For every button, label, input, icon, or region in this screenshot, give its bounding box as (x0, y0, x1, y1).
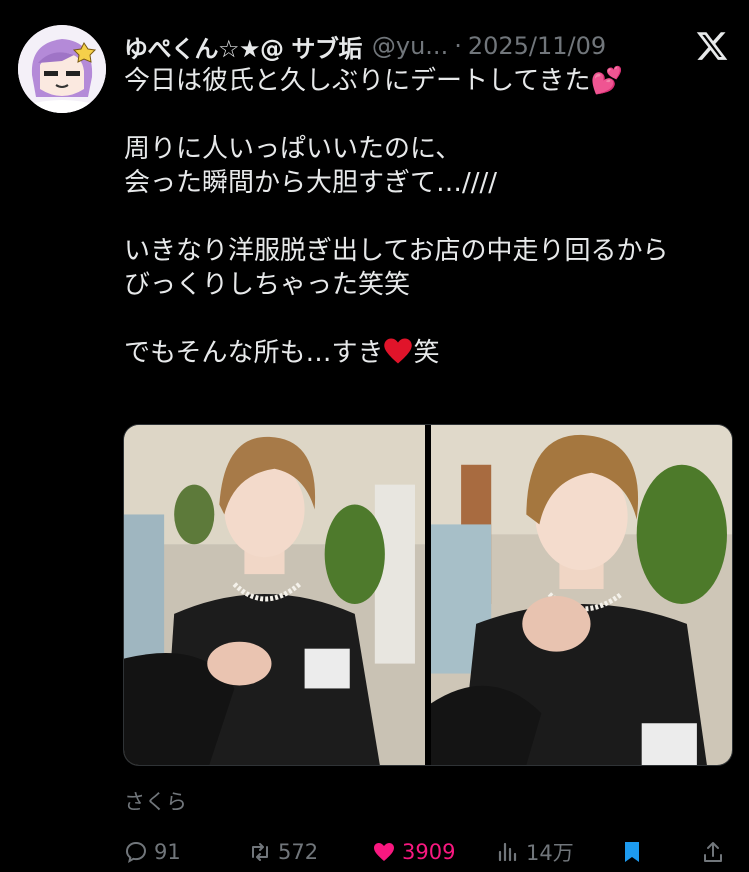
tweet-line: いきなり洋服脱ぎ出してお店の中走り回るから (124, 236, 669, 266)
views-count: 14万 (526, 841, 574, 865)
tweet-paragraph: いきなり洋服脱ぎ出してお店の中走り回るから びっくりしちゃった笑笑 (124, 234, 734, 302)
avatar[interactable] (18, 25, 106, 113)
tweet-line: 今日は彼氏と久しぶりにデートしてきた💕 (124, 66, 623, 96)
tweet-text: 今日は彼氏と久しぶりにデートしてきた💕 周りに人いっぱいいたのに、 会った瞬間か… (124, 64, 734, 370)
post-date[interactable]: 2025/11/09 (468, 32, 606, 60)
reply-button[interactable]: 91 (124, 840, 181, 864)
tweet-line: 会った瞬間から大胆すぎて…//// (124, 168, 498, 198)
reply-count: 91 (154, 840, 181, 864)
tweet-text-segment: でもそんな所も…すき (124, 338, 384, 368)
photo-2-image (431, 425, 732, 765)
red-heart-emoji-icon (384, 338, 413, 364)
tweet-line: でもそんな所も…すき笑 (124, 336, 734, 370)
reply-icon (125, 841, 147, 863)
bookmark-icon (625, 842, 639, 862)
tweet-paragraph: 周りに人いっぱいいたのに、 会った瞬間から大胆すぎて…//// (124, 132, 734, 200)
retweet-button[interactable]: 572 (248, 840, 318, 864)
tweet-line: 周りに人いっぱいいたのに、 (124, 134, 462, 164)
views-button[interactable]: 14万 (496, 837, 574, 867)
tweet-header: ゆぺくん☆★@ サブ垢 @yu... · 2025/11/09 (124, 28, 729, 64)
avatar-image (18, 25, 106, 113)
like-count: 3909 (402, 840, 456, 864)
media-caption: さくら (124, 790, 187, 814)
retweet-icon (252, 843, 268, 861)
bookmark-button[interactable] (620, 840, 650, 864)
photo-2[interactable] (431, 425, 732, 765)
photo-1[interactable] (124, 425, 425, 765)
user-handle[interactable]: @yu... (372, 32, 448, 60)
views-icon (498, 842, 517, 862)
tweet-line: びっくりしちゃった笑笑 (124, 270, 411, 300)
photo-1-image (124, 425, 425, 765)
media-grid (123, 424, 733, 766)
tweet-paragraph: でもそんな所も…すき笑 (124, 336, 734, 370)
share-icon (704, 842, 722, 862)
like-button[interactable]: 3909 (372, 840, 455, 864)
tweet-text-segment: 笑 (413, 338, 440, 368)
display-name[interactable]: ゆぺくん☆★@ サブ垢 (124, 29, 362, 64)
retweet-count: 572 (278, 840, 319, 864)
tweet-paragraph: 今日は彼氏と久しぶりにデートしてきた💕 (124, 64, 734, 98)
action-bar: 91 572 3909 14万 (124, 836, 731, 868)
share-button[interactable] (701, 840, 731, 864)
x-logo-icon[interactable] (695, 29, 729, 63)
separator-dot: · (454, 32, 462, 60)
heart-icon (374, 843, 394, 861)
